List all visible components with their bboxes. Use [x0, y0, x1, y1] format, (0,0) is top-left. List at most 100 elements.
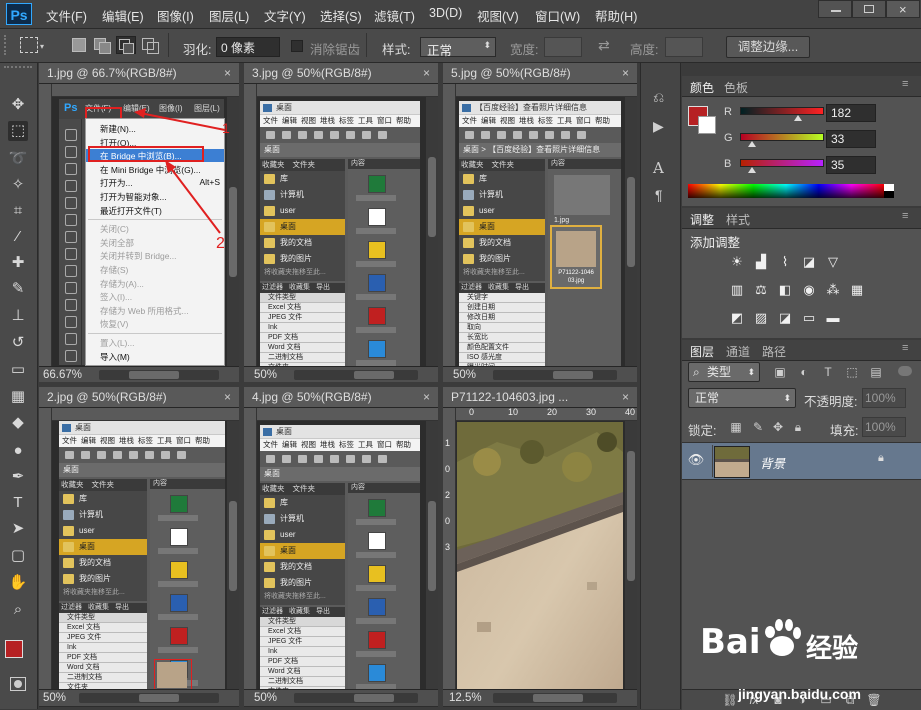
r-slider[interactable]: [740, 107, 824, 115]
document-window-5[interactable]: 5.jpg @ 50%(RGB/8#) × 【百度经验】查看照片详细信息 文件 编辑…: [443, 63, 637, 382]
filter-adjustment-icon[interactable]: ◐: [796, 364, 812, 380]
blur-tool-icon[interactable]: ◆: [8, 413, 28, 433]
blend-mode-select[interactable]: 正常 ⬍: [688, 388, 796, 408]
zoom-level[interactable]: 50%: [453, 367, 476, 382]
gradient-tool-icon[interactable]: ▦: [8, 387, 28, 407]
tab-layers[interactable]: 图层: [690, 343, 714, 360]
link-layers-icon[interactable]: ⛓︎: [722, 692, 738, 708]
swap-icon[interactable]: ⇄: [598, 37, 610, 54]
document-window-photo[interactable]: P71122-104603.jpg ... × 0 10 20 30 40 10203: [443, 387, 637, 707]
zoom-level[interactable]: 50%: [254, 690, 277, 706]
g-value-input[interactable]: 33: [826, 130, 876, 148]
vertical-scrollbar[interactable]: [426, 97, 438, 366]
panel-menu-icon[interactable]: ≡: [902, 210, 908, 222]
type-tool-icon[interactable]: T: [8, 493, 28, 513]
tab-paths[interactable]: 路径: [762, 343, 786, 360]
filter-toggle[interactable]: [898, 366, 912, 376]
lock-all-icon[interactable]: 🔒︎: [790, 419, 806, 435]
zoom-level[interactable]: 50%: [43, 690, 66, 706]
minimize-button[interactable]: [818, 0, 852, 18]
menu-item-3[interactable]: 图层(L): [209, 6, 249, 25]
g-slider-thumb[interactable]: [748, 141, 756, 147]
lookup-icon[interactable]: ▦: [848, 282, 866, 298]
eraser-tool-icon[interactable]: ▭: [8, 360, 28, 380]
add-selection-icon[interactable]: [94, 38, 111, 54]
character-icon[interactable]: A: [653, 159, 664, 177]
bg-color-box[interactable]: [698, 116, 716, 134]
levels-icon[interactable]: ▟: [752, 254, 770, 270]
doc-tab-4[interactable]: 4.jpg @ 50%(RGB/8#) ×: [244, 387, 438, 408]
doc-tab-5[interactable]: 5.jpg @ 50%(RGB/8#) ×: [443, 63, 637, 84]
lock-transparent-icon[interactable]: ▦: [728, 419, 744, 435]
dropdown-item[interactable]: 导入(M): [86, 350, 224, 363]
menu-item-9[interactable]: 窗口(W): [535, 6, 580, 25]
shape-tool-icon[interactable]: ▢: [8, 546, 28, 566]
filter-type-icon[interactable]: T: [820, 364, 836, 380]
close-tab-icon[interactable]: ×: [622, 387, 629, 407]
hand-tool-icon[interactable]: ✋: [8, 573, 28, 593]
feather-input[interactable]: 0 像素: [216, 37, 280, 57]
invert-icon[interactable]: ◩: [728, 310, 746, 326]
layer-row-background[interactable]: 👁︎ 背景 🔒︎: [682, 442, 921, 480]
actions-play-icon[interactable]: ▶: [653, 118, 664, 135]
bw-icon[interactable]: ◧: [776, 282, 794, 298]
foreground-color-swatch[interactable]: [5, 640, 23, 658]
doc-tab-photo[interactable]: P71122-104603.jpg ... ×: [443, 387, 637, 408]
color-spectrum-bar[interactable]: [688, 184, 884, 198]
layer-filter-select[interactable]: ⌕ 类型 ⬍: [688, 362, 760, 382]
height-input[interactable]: [665, 37, 703, 57]
doc-tab-3[interactable]: 3.jpg @ 50%(RGB/8#) ×: [244, 63, 438, 84]
close-tab-icon[interactable]: ×: [224, 63, 231, 83]
b-slider-thumb[interactable]: [748, 167, 756, 173]
history-brush-tool-icon[interactable]: ↺: [8, 333, 28, 353]
antialias-checkbox[interactable]: [291, 40, 303, 52]
close-tab-icon[interactable]: ×: [423, 387, 430, 407]
zoom-level[interactable]: 12.5%: [449, 690, 482, 706]
menu-item-10[interactable]: 帮助(H): [595, 6, 637, 25]
document-window-2[interactable]: 2.jpg @ 50%(RGB/8#) × 桌面 文件 编辑 视图 堆栈 标签 工具 窗口 帮助…: [39, 387, 239, 707]
close-tab-icon[interactable]: ×: [622, 63, 629, 83]
brush-tool-icon[interactable]: ✎: [8, 279, 28, 299]
posterize-icon[interactable]: ▨: [752, 310, 770, 326]
photofilter-icon[interactable]: ◉: [800, 282, 818, 298]
refine-edge-button[interactable]: 调整边缘...: [726, 36, 810, 58]
tab-styles[interactable]: 样式: [726, 211, 750, 228]
new-selection-icon[interactable]: [72, 38, 86, 52]
menu-item-7[interactable]: 3D(D): [429, 6, 462, 20]
filter-pixel-icon[interactable]: ▣: [772, 364, 788, 380]
width-input[interactable]: [544, 37, 582, 57]
gradient-map-icon[interactable]: ▬: [824, 310, 842, 326]
document-window-4[interactable]: 4.jpg @ 50%(RGB/8#) × 桌面 文件 编辑 视图 堆栈 标签 工具 窗口 帮助…: [244, 387, 438, 707]
curves-icon[interactable]: ⌇: [776, 254, 794, 270]
panel-menu-icon[interactable]: ≡: [902, 342, 908, 354]
lasso-tool-icon[interactable]: ➰: [8, 149, 28, 169]
quick-mask-icon[interactable]: [10, 677, 26, 691]
crop-tool-icon[interactable]: ⌗: [8, 201, 28, 221]
eyedropper-tool-icon[interactable]: ⁄: [8, 227, 28, 247]
maximize-button[interactable]: [852, 0, 886, 18]
vertical-scrollbar[interactable]: [625, 421, 637, 689]
zoom-tool-icon[interactable]: ⌕: [8, 600, 28, 620]
r-value-input[interactable]: 182: [826, 104, 876, 122]
tab-adjustments[interactable]: 调整: [690, 211, 714, 228]
zoom-level[interactable]: 50%: [254, 367, 277, 382]
tab-color[interactable]: 颜色: [690, 79, 714, 96]
lock-position-icon[interactable]: ✥: [770, 419, 786, 435]
white-swatch[interactable]: [884, 184, 894, 191]
intersect-selection-icon[interactable]: [142, 38, 159, 54]
black-swatch[interactable]: [884, 191, 894, 198]
menu-item-1[interactable]: 编辑(E): [102, 6, 144, 25]
document-window-3[interactable]: 3.jpg @ 50%(RGB/8#) × 桌面 文件 编辑 视图 堆栈 标签 工具 窗口 帮助…: [244, 63, 438, 382]
lock-paint-icon[interactable]: ✎: [750, 419, 766, 435]
balance-icon[interactable]: ⚖: [752, 282, 770, 298]
history-icon[interactable]: ⎌: [653, 89, 664, 106]
fill-input[interactable]: 100%: [862, 417, 906, 437]
hue-icon[interactable]: ▥: [728, 282, 746, 298]
close-tab-icon[interactable]: ×: [224, 387, 231, 407]
exposure-icon[interactable]: ◪: [800, 254, 818, 270]
mixer-icon[interactable]: ⁂: [824, 282, 842, 298]
marquee-tool-icon[interactable]: ⬚: [8, 121, 28, 141]
stamp-tool-icon[interactable]: ⊥: [8, 306, 28, 326]
tab-channels[interactable]: 通道: [726, 343, 750, 360]
vertical-scrollbar[interactable]: [625, 97, 637, 366]
